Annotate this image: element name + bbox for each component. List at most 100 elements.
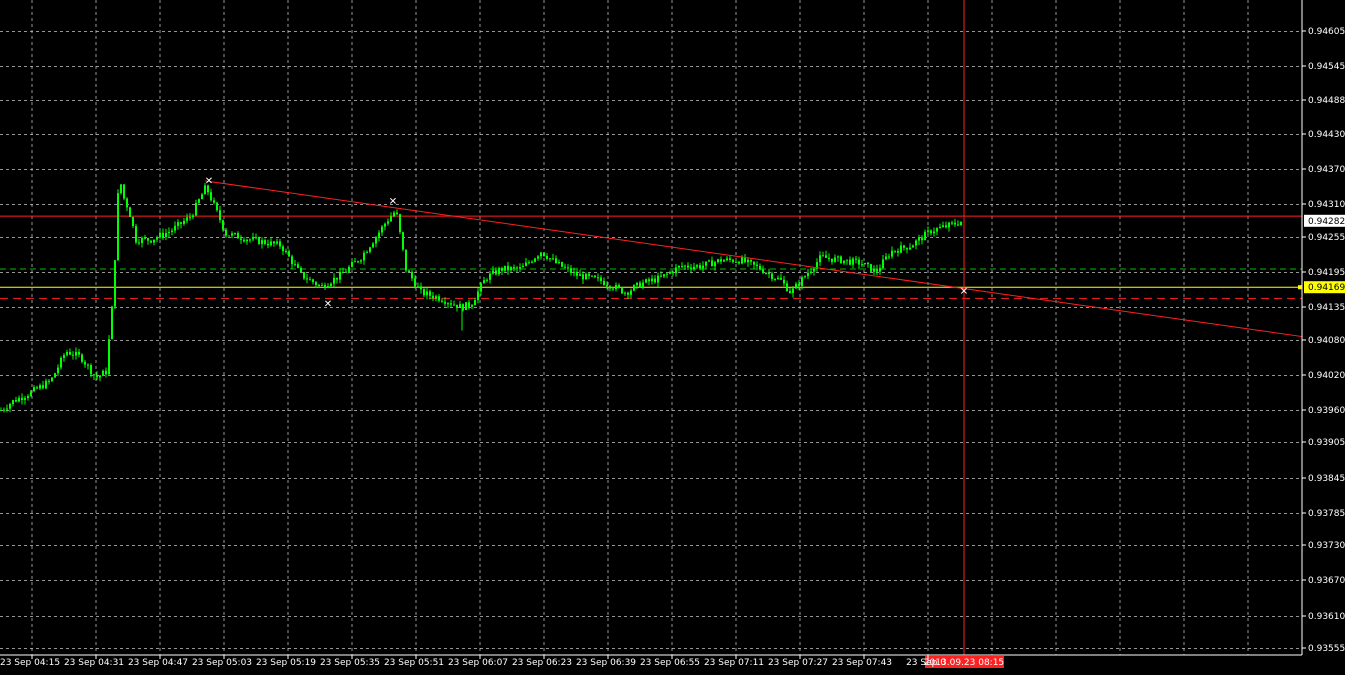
candle-body [645,279,647,283]
price-axis-label: 0.94370 [1308,165,1345,175]
price-axis-label: 0.94080 [1308,336,1345,346]
fractal-marker: ✕ [389,196,397,207]
candle-body [906,247,908,250]
price-axis-label: 0.93785 [1308,509,1345,519]
candle-body [468,302,470,307]
candle-body [699,265,701,269]
candle-body [942,225,944,228]
candle-body [153,239,155,243]
candle-body [579,274,581,276]
candle-body [648,279,650,282]
candle-body [51,377,53,382]
candle-body [372,243,374,248]
candle-body [213,200,215,203]
candle-body [348,266,350,272]
candle-body [171,230,173,232]
candle-body [480,283,482,292]
candle-body [393,212,395,217]
candle-body [369,247,371,252]
candle-body [450,303,452,305]
candle-body [765,272,767,274]
candle-body [135,226,137,243]
candle-body [279,241,281,247]
candle-body [501,268,503,271]
price-axis-label: 0.94255 [1308,233,1345,243]
candle-body [195,202,197,216]
candle-body [774,278,776,280]
candle-body [384,223,386,227]
candle-body [240,238,242,240]
candle-body [858,259,860,265]
candle-body [303,272,305,279]
candle-body [375,237,377,244]
candle-body [627,292,629,295]
candle-body [108,339,110,375]
candle-body [582,274,584,280]
candle-body [795,283,797,289]
time-axis-label: 23 Sep 05:03 [192,658,252,668]
candle-body [846,259,848,261]
candle-body [258,237,260,245]
candle-body [504,265,506,271]
candle-body [459,304,461,309]
candle-body [909,247,911,250]
candle-body [927,230,929,232]
candle-body [219,210,221,221]
candle-body [849,259,851,265]
candle-body [102,370,104,376]
candle-body [702,265,704,269]
price-axis-label: 0.93960 [1308,406,1345,416]
candle-body [633,285,635,291]
candle-body [666,273,668,275]
candle-body [282,246,284,252]
time-axis-label: 23 Sep 05:19 [256,658,316,668]
candle-body [732,259,734,263]
candle-body [837,256,839,258]
candle-body [189,217,191,219]
fractal-marker: ✕ [960,286,968,297]
candle-body [657,275,659,283]
candle-body [507,265,509,271]
candle-body [486,279,488,281]
candle-body [756,264,758,266]
candle-body [741,257,743,264]
candle-body [105,370,107,375]
candle-body [291,256,293,265]
candle-body [270,241,272,246]
candle-body [585,273,587,280]
candle-body [720,259,722,262]
price-chart[interactable]: 2013.09.23 08:15 ✕✕✕✕ 0.946050.945450.94… [0,0,1345,675]
candle-body [708,260,710,262]
candle-body [15,400,17,402]
candle-body [573,271,575,273]
candle-body [861,264,863,266]
candle-body [177,222,179,226]
candle-body [531,261,533,263]
candle-body [234,233,236,235]
candle-body [261,240,263,245]
candle-body [510,267,512,271]
candle-body [513,267,515,269]
candle-body [81,354,83,362]
candle-body [528,262,530,264]
candle-body [432,295,434,299]
candle-body [363,252,365,261]
candle-body [39,385,41,389]
candle-body [162,232,164,237]
time-axis-label: 23 Sep 06:39 [576,658,636,668]
candle-body [60,357,62,368]
candle-body [141,237,143,244]
candle-body [522,265,524,268]
candle-body [453,304,455,306]
bid-price-label: 0.94169 [1308,283,1345,293]
candle-body [576,271,578,276]
price-axis-label: 0.93555 [1308,644,1345,654]
candle-body [132,216,134,227]
candle-body [252,237,254,240]
candle-body [471,305,473,307]
candle-body [597,277,599,279]
candle-body [27,396,29,398]
price-axis-label: 0.94430 [1308,130,1345,140]
candle-body [660,275,662,277]
candle-body [870,264,872,272]
